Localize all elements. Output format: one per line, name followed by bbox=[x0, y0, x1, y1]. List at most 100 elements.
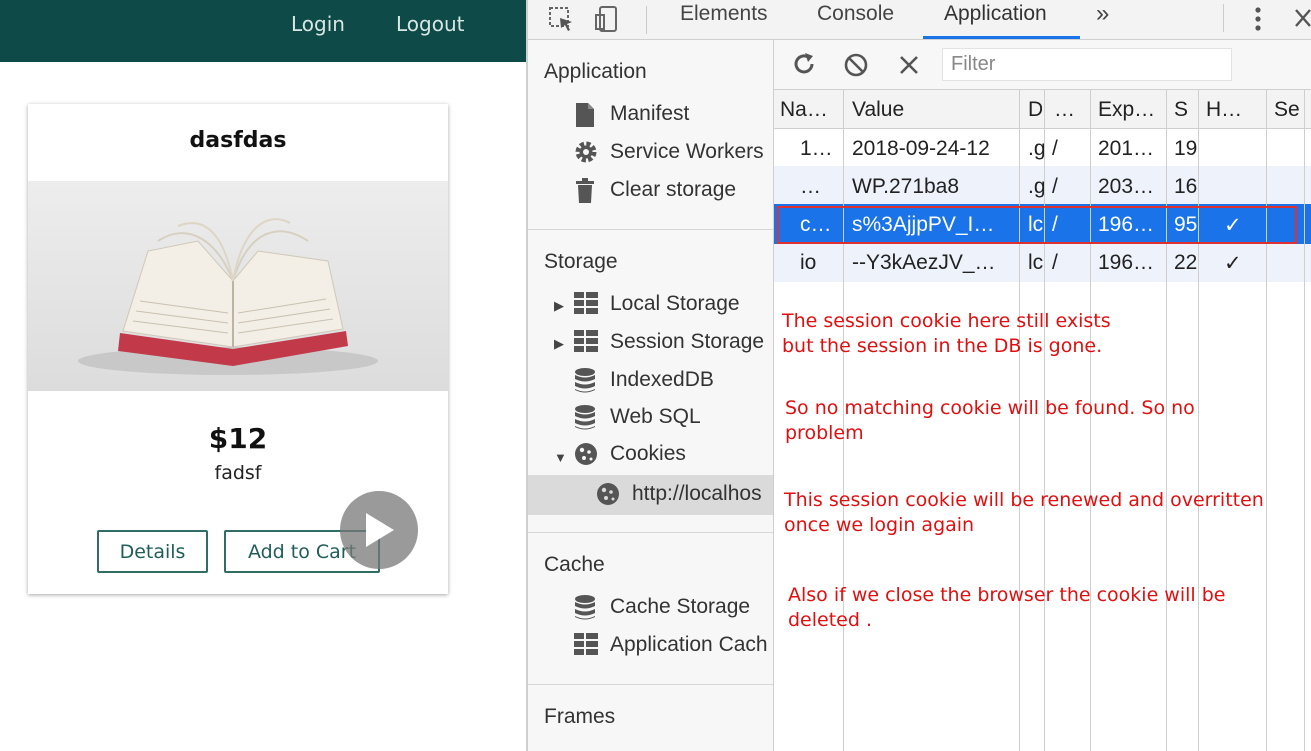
kebab-menu-icon[interactable] bbox=[1254, 6, 1262, 37]
cookie-path-cell[interactable]: / bbox=[1052, 175, 1088, 199]
section-frames: Frames bbox=[544, 705, 616, 728]
device-toolbar-icon[interactable] bbox=[594, 5, 620, 38]
sidebar-divider bbox=[528, 532, 773, 533]
cookie-domain-cell[interactable]: lc bbox=[1028, 251, 1044, 275]
column-header-name[interactable]: Na… bbox=[780, 98, 842, 122]
toolbar-divider bbox=[1223, 4, 1224, 32]
sidebar-item-label: Session Storage bbox=[610, 330, 765, 353]
column-header-secure[interactable]: Se bbox=[1274, 98, 1302, 122]
refresh-icon[interactable] bbox=[792, 52, 816, 81]
column-header-value[interactable]: Value bbox=[852, 98, 1012, 122]
inspect-element-icon[interactable] bbox=[548, 6, 574, 37]
clear-all-icon[interactable] bbox=[844, 53, 868, 82]
sidebar-item-clear-storage[interactable]: Clear storage bbox=[574, 178, 737, 203]
cookie-name-cell[interactable]: 1… bbox=[800, 137, 842, 161]
cookie-size-cell[interactable]: 16 bbox=[1174, 175, 1198, 199]
column-divider bbox=[1304, 90, 1305, 751]
annotation-line: The session cookie here still exists bbox=[782, 310, 1111, 332]
column-header-path[interactable]: … bbox=[1054, 98, 1088, 122]
sidebar-item-session-storage[interactable]: Session Storage bbox=[574, 330, 764, 354]
cookie-value-cell[interactable]: 2018-09-24-12 bbox=[852, 137, 1018, 161]
cookie-domain-cell[interactable]: .g bbox=[1028, 137, 1044, 161]
sidebar-item-label: Cookies bbox=[610, 442, 686, 465]
database-icon bbox=[574, 405, 600, 430]
play-icon[interactable] bbox=[340, 491, 418, 569]
cookie-expires-cell[interactable]: 203… bbox=[1098, 175, 1164, 199]
database-icon bbox=[574, 595, 600, 620]
annotation-line: once we login again bbox=[784, 514, 975, 536]
cookie-value-cell[interactable]: --Y3kAezJV_… bbox=[852, 251, 1018, 275]
cookie-path-cell[interactable]: / bbox=[1052, 137, 1088, 161]
collapse-arrow-icon[interactable]: ▼ bbox=[554, 450, 567, 465]
sidebar-item-web-sql[interactable]: Web SQL bbox=[574, 405, 701, 430]
cookie-domain-cell[interactable]: .g bbox=[1028, 175, 1044, 199]
sidebar-item-label: Manifest bbox=[610, 102, 690, 125]
sidebar-item-service-workers[interactable]: Service Workers bbox=[574, 140, 764, 164]
sidebar-item-label: Cache Storage bbox=[610, 595, 751, 618]
sidebar-item-indexeddb[interactable]: IndexedDB bbox=[574, 368, 714, 393]
cookie-expires-cell[interactable]: 201… bbox=[1098, 137, 1164, 161]
navbar: Login Logout bbox=[0, 0, 526, 62]
expand-arrow-icon[interactable]: ▶ bbox=[554, 298, 564, 314]
column-header-expires[interactable]: Exp… bbox=[1098, 98, 1164, 122]
sidebar-item-label: Clear storage bbox=[610, 178, 737, 201]
cookie-name-cell[interactable]: io bbox=[800, 251, 842, 275]
toolbar-divider bbox=[646, 6, 647, 34]
sidebar-item-label: IndexedDB bbox=[610, 368, 714, 391]
sidebar-item-label: Local Storage bbox=[610, 292, 740, 315]
annotation-line: Also if we close the browser the cookie … bbox=[788, 584, 1226, 606]
annotation-note: Also if we close the browser the cookie … bbox=[788, 583, 1225, 633]
delete-selected-icon[interactable] bbox=[899, 55, 919, 80]
expand-arrow-icon[interactable]: ▶ bbox=[554, 336, 564, 352]
product-title: dasfdas bbox=[189, 128, 287, 153]
details-button[interactable]: Details bbox=[97, 530, 208, 573]
tab-console[interactable]: Console bbox=[817, 2, 894, 26]
column-header-domain[interactable]: D bbox=[1028, 98, 1042, 122]
annotation-line: problem bbox=[785, 422, 864, 444]
column-header-httponly[interactable]: H… bbox=[1206, 98, 1264, 122]
product-price: $12 bbox=[208, 422, 268, 455]
column-header-size[interactable]: S bbox=[1174, 98, 1196, 122]
cookie-name-cell[interactable]: … bbox=[800, 175, 842, 199]
section-cache: Cache bbox=[544, 553, 605, 576]
highlight-annotation-box bbox=[777, 206, 1297, 244]
cookie-icon bbox=[596, 482, 622, 506]
cookie-expires-cell[interactable]: 196… bbox=[1098, 251, 1164, 275]
annotation-line: deleted . bbox=[788, 609, 872, 631]
tab-application[interactable]: Application bbox=[944, 2, 1047, 26]
devtools-tabbar: Elements Console Application » bbox=[528, 0, 1311, 40]
sidebar-item-local-storage[interactable]: Local Storage bbox=[574, 292, 740, 316]
close-devtools-icon[interactable] bbox=[1294, 8, 1311, 33]
cookie-httponly-cell[interactable]: ✓ bbox=[1224, 251, 1254, 276]
gear-icon bbox=[574, 140, 600, 164]
sidebar-item-label: http://localhos bbox=[632, 482, 762, 505]
cookie-value-cell[interactable]: WP.271ba8 bbox=[852, 175, 1018, 199]
cookie-icon bbox=[574, 442, 600, 466]
web-page: Login Logout dasfdas $12 fadsf Details A… bbox=[0, 0, 526, 751]
devtools-panel: Elements Console Application » Applicati… bbox=[526, 0, 1311, 751]
cookie-size-cell[interactable]: 19 bbox=[1174, 137, 1198, 161]
sidebar-item-label: Web SQL bbox=[610, 405, 701, 428]
filter-input[interactable]: Filter bbox=[942, 48, 1232, 81]
table-icon bbox=[574, 292, 600, 316]
logout-link[interactable]: Logout bbox=[396, 12, 464, 36]
sidebar-item-cookies[interactable]: Cookies bbox=[574, 442, 686, 466]
more-tabs-icon[interactable]: » bbox=[1096, 0, 1109, 28]
cookie-size-cell[interactable]: 22 bbox=[1174, 251, 1198, 275]
sidebar-item-cookie-origin[interactable]: http://localhos bbox=[596, 482, 762, 506]
annotation-line: So no matching cookie will be found. So … bbox=[785, 397, 1195, 419]
cookie-path-cell[interactable]: / bbox=[1052, 251, 1088, 275]
tab-elements[interactable]: Elements bbox=[680, 2, 768, 26]
column-divider bbox=[1198, 90, 1199, 751]
column-divider bbox=[1266, 90, 1267, 751]
annotation-line: but the session in the DB is gone. bbox=[782, 335, 1103, 357]
sidebar-item-application-cache[interactable]: Application Cach bbox=[574, 633, 768, 657]
sidebar-item-cache-storage[interactable]: Cache Storage bbox=[574, 595, 751, 620]
cookies-table: Na… Value D … Exp… S H… Se 1… 2018-09-24… bbox=[774, 90, 1311, 751]
annotation-line: This session cookie will be renewed and … bbox=[784, 489, 1264, 511]
cookies-toolbar: Filter bbox=[774, 40, 1311, 90]
section-storage: Storage bbox=[544, 250, 618, 273]
sidebar-divider bbox=[528, 229, 773, 230]
login-link[interactable]: Login bbox=[291, 12, 345, 36]
sidebar-item-manifest[interactable]: Manifest bbox=[574, 102, 690, 127]
